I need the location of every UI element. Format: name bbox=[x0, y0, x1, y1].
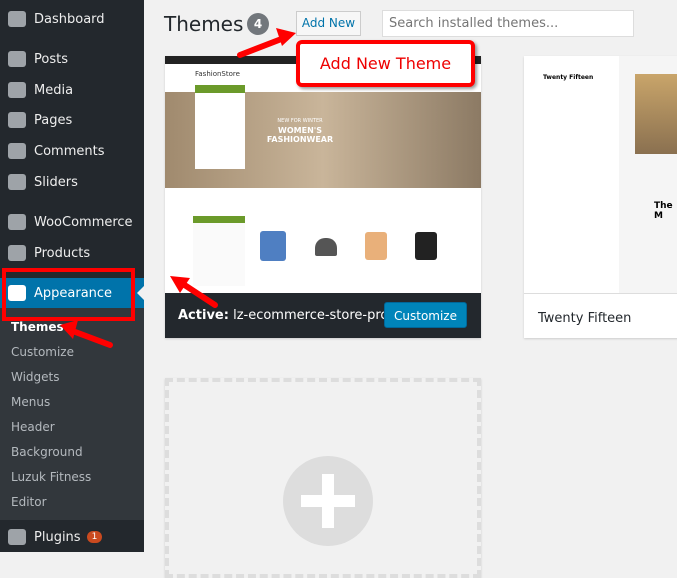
arrow-icon bbox=[237, 35, 287, 58]
arrow-icon bbox=[177, 279, 218, 308]
arrow-icon bbox=[67, 327, 113, 348]
annotation-arrows bbox=[60, 28, 296, 348]
